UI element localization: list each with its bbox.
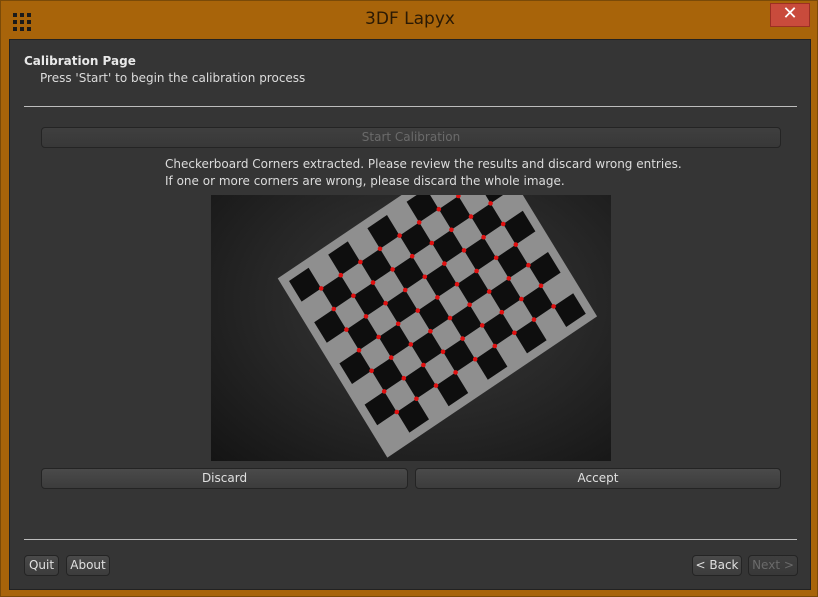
corner-marker	[401, 375, 407, 381]
corner-marker	[414, 396, 419, 402]
corner-marker	[436, 206, 442, 212]
accept-button[interactable]: Accept	[415, 468, 781, 489]
corner-marker	[358, 259, 363, 265]
corner-marker	[363, 314, 369, 319]
page-subtitle: Press 'Start' to begin the calibration p…	[40, 71, 306, 85]
close-icon: ✕	[782, 3, 798, 24]
corner-marker	[440, 349, 446, 355]
corner-marker	[344, 327, 349, 332]
about-button[interactable]: About	[66, 555, 110, 576]
window-frame: 3DF Lapyx ✕ Calibration Page Press 'Star…	[0, 0, 818, 597]
corner-marker	[388, 355, 394, 360]
corner-marker	[356, 347, 362, 353]
start-calibration-button[interactable]: Start Calibration	[41, 127, 781, 148]
corner-marker	[428, 328, 433, 334]
page-title: Calibration Page	[24, 54, 136, 68]
corner-marker	[433, 383, 439, 388]
corner-marker	[513, 242, 519, 247]
corner-marker	[453, 370, 458, 375]
corner-marker	[526, 262, 531, 268]
corner-marker	[383, 300, 388, 306]
corner-marker	[435, 295, 440, 300]
corner-marker	[421, 362, 426, 368]
corner-marker	[351, 293, 356, 299]
corner-marker	[481, 234, 486, 240]
corner-marker	[318, 286, 324, 291]
instructions-line-2: If one or more corners are wrong, please…	[165, 174, 565, 188]
corner-marker	[381, 389, 387, 394]
close-button[interactable]: ✕	[770, 3, 810, 27]
wizard-panel: Calibration Page Press 'Start' to begin …	[9, 39, 811, 590]
corner-marker	[506, 276, 512, 281]
corner-marker	[472, 356, 478, 362]
corner-marker	[370, 280, 376, 285]
corner-marker	[461, 248, 467, 253]
corner-marker	[449, 227, 454, 233]
corner-marker	[460, 336, 465, 341]
corner-marker	[429, 240, 435, 246]
corner-marker	[447, 315, 453, 321]
corner-marker	[531, 317, 537, 322]
corner-marker	[512, 330, 517, 336]
checkerboard-image	[277, 195, 598, 458]
corner-marker	[409, 253, 415, 259]
corner-marker	[499, 309, 505, 315]
discard-button[interactable]: Discard	[41, 468, 408, 489]
corner-marker	[442, 261, 447, 266]
corner-marker	[500, 221, 506, 227]
corner-marker	[488, 201, 493, 206]
corner-marker	[454, 281, 460, 287]
instructions-line-1: Checkerboard Corners extracted. Please r…	[165, 157, 682, 171]
corner-marker	[416, 220, 422, 225]
corner-marker	[493, 255, 499, 261]
window-title: 3DF Lapyx	[365, 9, 455, 29]
footer-divider	[24, 539, 797, 540]
corner-marker	[397, 233, 402, 238]
calibration-image	[211, 195, 611, 461]
corner-marker	[467, 302, 472, 308]
corner-marker	[415, 308, 421, 313]
corner-marker	[376, 334, 381, 340]
corner-marker	[390, 267, 395, 272]
corner-marker	[519, 296, 524, 302]
corner-marker	[394, 409, 400, 415]
corner-marker	[479, 323, 485, 328]
corner-marker	[551, 304, 556, 309]
corner-marker	[486, 289, 492, 294]
corner-marker	[408, 342, 414, 347]
corner-marker	[538, 283, 544, 289]
corner-marker	[402, 287, 408, 293]
corner-marker	[474, 268, 479, 274]
corner-marker	[395, 321, 401, 327]
next-button[interactable]: Next >	[748, 555, 798, 576]
corner-marker	[377, 246, 383, 252]
corner-marker	[492, 343, 498, 349]
corner-marker	[331, 306, 337, 312]
corner-marker	[369, 368, 374, 374]
quit-button[interactable]: Quit	[24, 555, 59, 576]
corner-marker	[338, 272, 344, 278]
corner-marker	[422, 274, 428, 280]
instructions: Checkerboard Corners extracted. Please r…	[165, 156, 682, 190]
back-button[interactable]: < Back	[692, 555, 742, 576]
titlebar[interactable]: 3DF Lapyx ✕	[1, 1, 818, 39]
header-divider	[24, 106, 797, 107]
corner-marker	[468, 214, 474, 219]
